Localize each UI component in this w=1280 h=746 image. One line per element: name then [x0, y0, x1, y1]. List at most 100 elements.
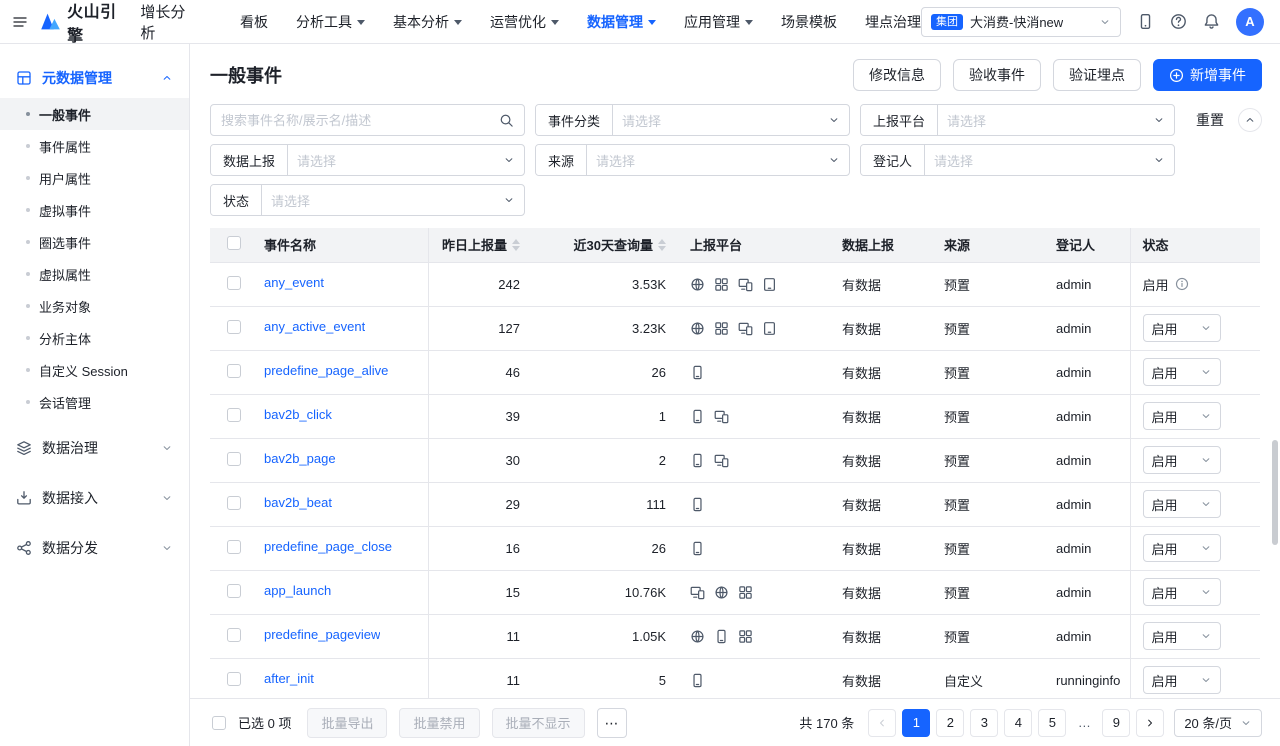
filter-select[interactable]: 请选择 [262, 185, 524, 215]
status-select[interactable]: 启用 [1143, 534, 1221, 562]
nav-item[interactable]: 场景模板 [781, 12, 837, 32]
reset-button[interactable]: 重置 [1196, 110, 1224, 130]
row-checkbox[interactable] [227, 320, 241, 334]
chevron-down-icon [1099, 16, 1111, 28]
event-name-link[interactable]: bav2b_beat [264, 495, 332, 510]
status-select[interactable]: 启用 [1143, 358, 1221, 386]
menu-icon[interactable] [12, 14, 28, 30]
mobile-app-icon[interactable] [1137, 13, 1154, 30]
event-name-link[interactable]: bav2b_click [264, 407, 332, 422]
page-number-button[interactable]: 9 [1102, 709, 1130, 737]
status-select[interactable]: 启用 [1143, 490, 1221, 518]
sidebar-item[interactable]: 分析主体 [0, 322, 189, 354]
nav-item[interactable]: 应用管理 [684, 12, 753, 32]
sort-buttons[interactable] [512, 239, 520, 251]
nav-item[interactable]: 基本分析 [393, 12, 462, 32]
sidebar-item[interactable]: 业务对象 [0, 290, 189, 322]
nav-item[interactable]: 看板 [240, 12, 268, 32]
sort-buttons[interactable] [658, 239, 666, 251]
status-select[interactable]: 启用 [1143, 402, 1221, 430]
sidebar-section-header[interactable]: 数据分发 [0, 528, 189, 568]
row-checkbox[interactable] [227, 540, 241, 554]
sidebar-item[interactable]: 圈选事件 [0, 226, 189, 258]
sidebar-section-header[interactable]: 数据接入 [0, 478, 189, 518]
header-action-button[interactable]: 修改信息 [853, 59, 941, 91]
event-name-link[interactable]: predefine_page_alive [264, 363, 388, 378]
status-select[interactable]: 启用 [1143, 578, 1221, 606]
volcengine-logo[interactable]: 火山引擎 [40, 0, 130, 46]
filter-select[interactable]: 请选择 [613, 105, 849, 135]
header-action-button[interactable]: 验证埋点 [1053, 59, 1141, 91]
filter-select[interactable]: 请选择 [587, 145, 849, 175]
filter-select[interactable]: 请选择 [925, 145, 1174, 175]
bulk-action-button[interactable]: 批量禁用 [399, 708, 479, 738]
add-event-button[interactable]: 新增事件 [1153, 59, 1262, 91]
row-checkbox[interactable] [227, 496, 241, 510]
row-checkbox[interactable] [227, 584, 241, 598]
status-select[interactable]: 启用 [1143, 446, 1221, 474]
page-number-button[interactable]: 1 [902, 709, 930, 737]
filter-select[interactable]: 请选择 [938, 105, 1174, 135]
nav-item[interactable]: 埋点治理 [865, 12, 921, 32]
page-number-button[interactable]: 3 [970, 709, 998, 737]
row-checkbox[interactable] [227, 628, 241, 642]
status-select[interactable]: 启用 [1143, 622, 1221, 650]
status-select[interactable]: 启用 [1143, 314, 1221, 342]
header-action-button[interactable]: 验收事件 [953, 59, 1041, 91]
sidebar-item[interactable]: 一般事件 [0, 98, 189, 130]
event-name-link[interactable]: predefine_page_close [264, 539, 392, 554]
row-checkbox[interactable] [227, 672, 241, 686]
chevron-up-icon[interactable] [1238, 108, 1262, 132]
info-icon[interactable] [1175, 277, 1189, 291]
yesterday-count: 39 [428, 394, 532, 438]
prev-page-button[interactable] [868, 709, 896, 737]
page-number-button[interactable]: 4 [1004, 709, 1032, 737]
platform-icons [690, 453, 818, 468]
bulk-action-button[interactable]: 批量导出 [307, 708, 387, 738]
column-header: 上报平台 [690, 235, 742, 254]
row-checkbox[interactable] [227, 276, 241, 290]
event-name-link[interactable]: any_active_event [264, 319, 365, 334]
sidebar-section-header[interactable]: 数据治理 [0, 428, 189, 468]
event-name-link[interactable]: predefine_pageview [264, 627, 380, 642]
page-number-button[interactable]: 2 [936, 709, 964, 737]
sidebar-item[interactable]: 虚拟属性 [0, 258, 189, 290]
more-actions-button[interactable]: ⋯ [597, 708, 627, 738]
select-all-footer-checkbox[interactable] [212, 716, 226, 730]
app-select[interactable]: 集团 大消费-快消new [921, 7, 1121, 37]
sidebar-item[interactable]: 自定义 Session [0, 354, 189, 386]
search-icon[interactable] [499, 113, 514, 128]
user-avatar[interactable]: A [1236, 8, 1264, 36]
sidebar-item[interactable]: 事件属性 [0, 130, 189, 162]
event-name-link[interactable]: bav2b_page [264, 451, 336, 466]
notification-bell-icon[interactable] [1203, 13, 1220, 30]
row-checkbox[interactable] [227, 452, 241, 466]
sidebar-item[interactable]: 虚拟事件 [0, 194, 189, 226]
filter-select[interactable]: 请选择 [288, 145, 524, 175]
nav-item[interactable]: 数据管理 [587, 12, 656, 32]
event-name-link[interactable]: after_init [264, 671, 314, 686]
page-size-select[interactable]: 20 条/页 [1174, 709, 1262, 737]
bulk-action-button[interactable]: 批量不显示 [492, 708, 585, 738]
platform-icons [690, 673, 818, 688]
status-select[interactable]: 启用 [1143, 666, 1221, 694]
nav-item[interactable]: 运营优化 [490, 12, 559, 32]
next-page-button[interactable] [1136, 709, 1164, 737]
nav-item[interactable]: 分析工具 [296, 12, 365, 32]
sidebar-item[interactable]: 会话管理 [0, 386, 189, 418]
search-input[interactable] [221, 113, 499, 128]
search-box[interactable] [210, 104, 525, 136]
sidebar-section-header[interactable]: 元数据管理 [0, 58, 189, 98]
select-all-checkbox[interactable] [227, 236, 241, 250]
filter-label: 登记人 [861, 145, 925, 175]
event-name-link[interactable]: any_event [264, 275, 324, 290]
row-checkbox[interactable] [227, 364, 241, 378]
page-number-button[interactable]: 5 [1038, 709, 1066, 737]
help-icon[interactable] [1170, 13, 1187, 30]
row-checkbox[interactable] [227, 408, 241, 422]
event-name-link[interactable]: app_launch [264, 583, 331, 598]
selected-count: 已选 0 项 [238, 713, 291, 732]
scrollbar[interactable] [1272, 440, 1278, 545]
status-value: 启用 [1152, 539, 1178, 558]
sidebar-item[interactable]: 用户属性 [0, 162, 189, 194]
